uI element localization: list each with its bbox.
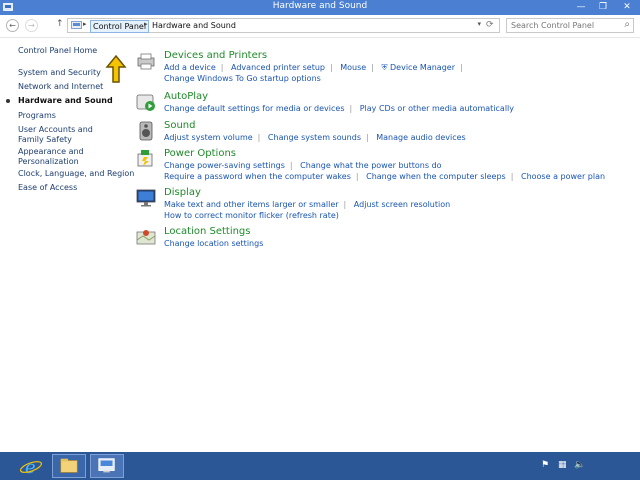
adjust-screen-resolution-link[interactable]: Adjust screen resolution <box>354 200 450 209</box>
change-location-settings-link[interactable]: Change location settings <box>164 239 263 248</box>
control-panel-taskbar-icon[interactable] <box>90 454 124 478</box>
search-icon: ⌕ <box>624 19 630 30</box>
location-icon <box>136 230 156 245</box>
svg-text:e: e <box>25 457 36 478</box>
adjust-system-volume-link[interactable]: Adjust system volume <box>164 133 253 142</box>
sidebar-item-user-accounts[interactable]: User Accounts and Family Safety <box>18 125 113 145</box>
forward-button[interactable]: → <box>25 19 38 32</box>
devices-and-printers-heading[interactable]: Devices and Printers <box>164 50 267 61</box>
volume-icon[interactable]: 🔈 <box>574 460 585 470</box>
manage-audio-devices-link[interactable]: Manage audio devices <box>376 133 465 142</box>
action-center-icon[interactable]: ⚑ <box>541 460 549 470</box>
file-explorer-icon[interactable] <box>52 454 86 478</box>
address-dropdown-icon[interactable]: ▾ <box>477 20 481 28</box>
sidebar-item-system-and-security[interactable]: System and Security <box>18 68 101 78</box>
back-button[interactable]: ← <box>6 19 19 32</box>
sidebar-item-network-and-internet[interactable]: Network and Internet <box>18 82 103 92</box>
sidebar-item-clock-language-region[interactable]: Clock, Language, and Region <box>18 169 134 179</box>
autoplay-heading[interactable]: AutoPlay <box>164 91 208 102</box>
search-input[interactable]: Search Control Panel ⌕ <box>506 18 634 33</box>
display-heading[interactable]: Display <box>164 187 201 198</box>
up-button[interactable]: ↑ <box>56 19 64 29</box>
autoplay-icon <box>136 94 155 111</box>
restore-button[interactable]: ❐ <box>592 0 614 15</box>
close-button[interactable]: ✕ <box>614 0 640 15</box>
power-options-icon <box>137 150 153 167</box>
network-icon[interactable]: ▦ <box>558 460 567 470</box>
search-placeholder: Search Control Panel <box>511 21 595 30</box>
power-buttons-link[interactable]: Change what the power buttons do <box>300 161 441 170</box>
windows-to-go-link[interactable]: Change Windows To Go startup options <box>164 74 321 83</box>
up-arrow-icon <box>105 54 127 83</box>
play-cds-link[interactable]: Play CDs or other media automatically <box>360 104 514 113</box>
sidebar-item-control-panel-home[interactable]: Control Panel Home <box>18 46 97 56</box>
choose-power-plan-link[interactable]: Choose a power plan <box>521 172 605 181</box>
refresh-button[interactable]: ⟳ <box>486 20 494 30</box>
taskbar: e ⚑ ▦ 🔈 <box>0 452 640 480</box>
mouse-link[interactable]: Mouse <box>340 63 366 72</box>
location-settings-heading[interactable]: Location Settings <box>164 226 251 237</box>
speaker-icon <box>139 121 153 141</box>
monitor-icon <box>136 189 156 207</box>
navigation-bar: ← → ↑ ▸ Control Panel ▸ Hardware and Sou… <box>0 15 640 38</box>
breadcrumb-separator: ▸ <box>83 20 87 28</box>
shield-icon: ⛨ <box>381 63 388 72</box>
require-password-link[interactable]: Require a password when the computer wak… <box>164 172 351 181</box>
address-bar[interactable]: ▸ Control Panel ▸ Hardware and Sound ▾ <box>67 18 500 33</box>
sidebar-item-appearance[interactable]: Appearance and Personalization <box>18 147 88 167</box>
computer-sleeps-link[interactable]: Change when the computer sleeps <box>366 172 506 181</box>
window-title: Hardware and Sound <box>272 1 368 11</box>
sidebar-item-ease-of-access[interactable]: Ease of Access <box>18 183 77 193</box>
device-manager-link[interactable]: Device Manager <box>390 63 455 72</box>
make-text-larger-link[interactable]: Make text and other items larger or smal… <box>164 200 339 209</box>
advanced-printer-setup-link[interactable]: Advanced printer setup <box>231 63 325 72</box>
change-system-sounds-link[interactable]: Change system sounds <box>268 133 361 142</box>
control-panel-icon <box>71 21 82 29</box>
active-item-bullet <box>6 99 10 103</box>
breadcrumb-hardware-and-sound[interactable]: Hardware and Sound <box>152 20 236 31</box>
printer-icon <box>137 53 155 70</box>
sidebar-item-programs[interactable]: Programs <box>18 111 56 121</box>
add-a-device-link[interactable]: Add a device <box>164 63 216 72</box>
power-options-heading[interactable]: Power Options <box>164 148 236 159</box>
title-bar: Hardware and Sound — ❐ ✕ <box>0 0 640 15</box>
breadcrumb-separator: ▸ <box>144 20 148 28</box>
change-power-saving-link[interactable]: Change power-saving settings <box>164 161 285 170</box>
sound-heading[interactable]: Sound <box>164 120 196 131</box>
monitor-flicker-link[interactable]: How to correct monitor flicker (refresh … <box>164 211 339 220</box>
internet-explorer-icon[interactable]: e <box>15 454 49 478</box>
breadcrumb-control-panel[interactable]: Control Panel <box>90 20 150 33</box>
minimize-button[interactable]: — <box>570 0 592 15</box>
change-default-settings-link[interactable]: Change default settings for media or dev… <box>164 104 344 113</box>
sidebar-item-hardware-and-sound: Hardware and Sound <box>18 96 113 105</box>
